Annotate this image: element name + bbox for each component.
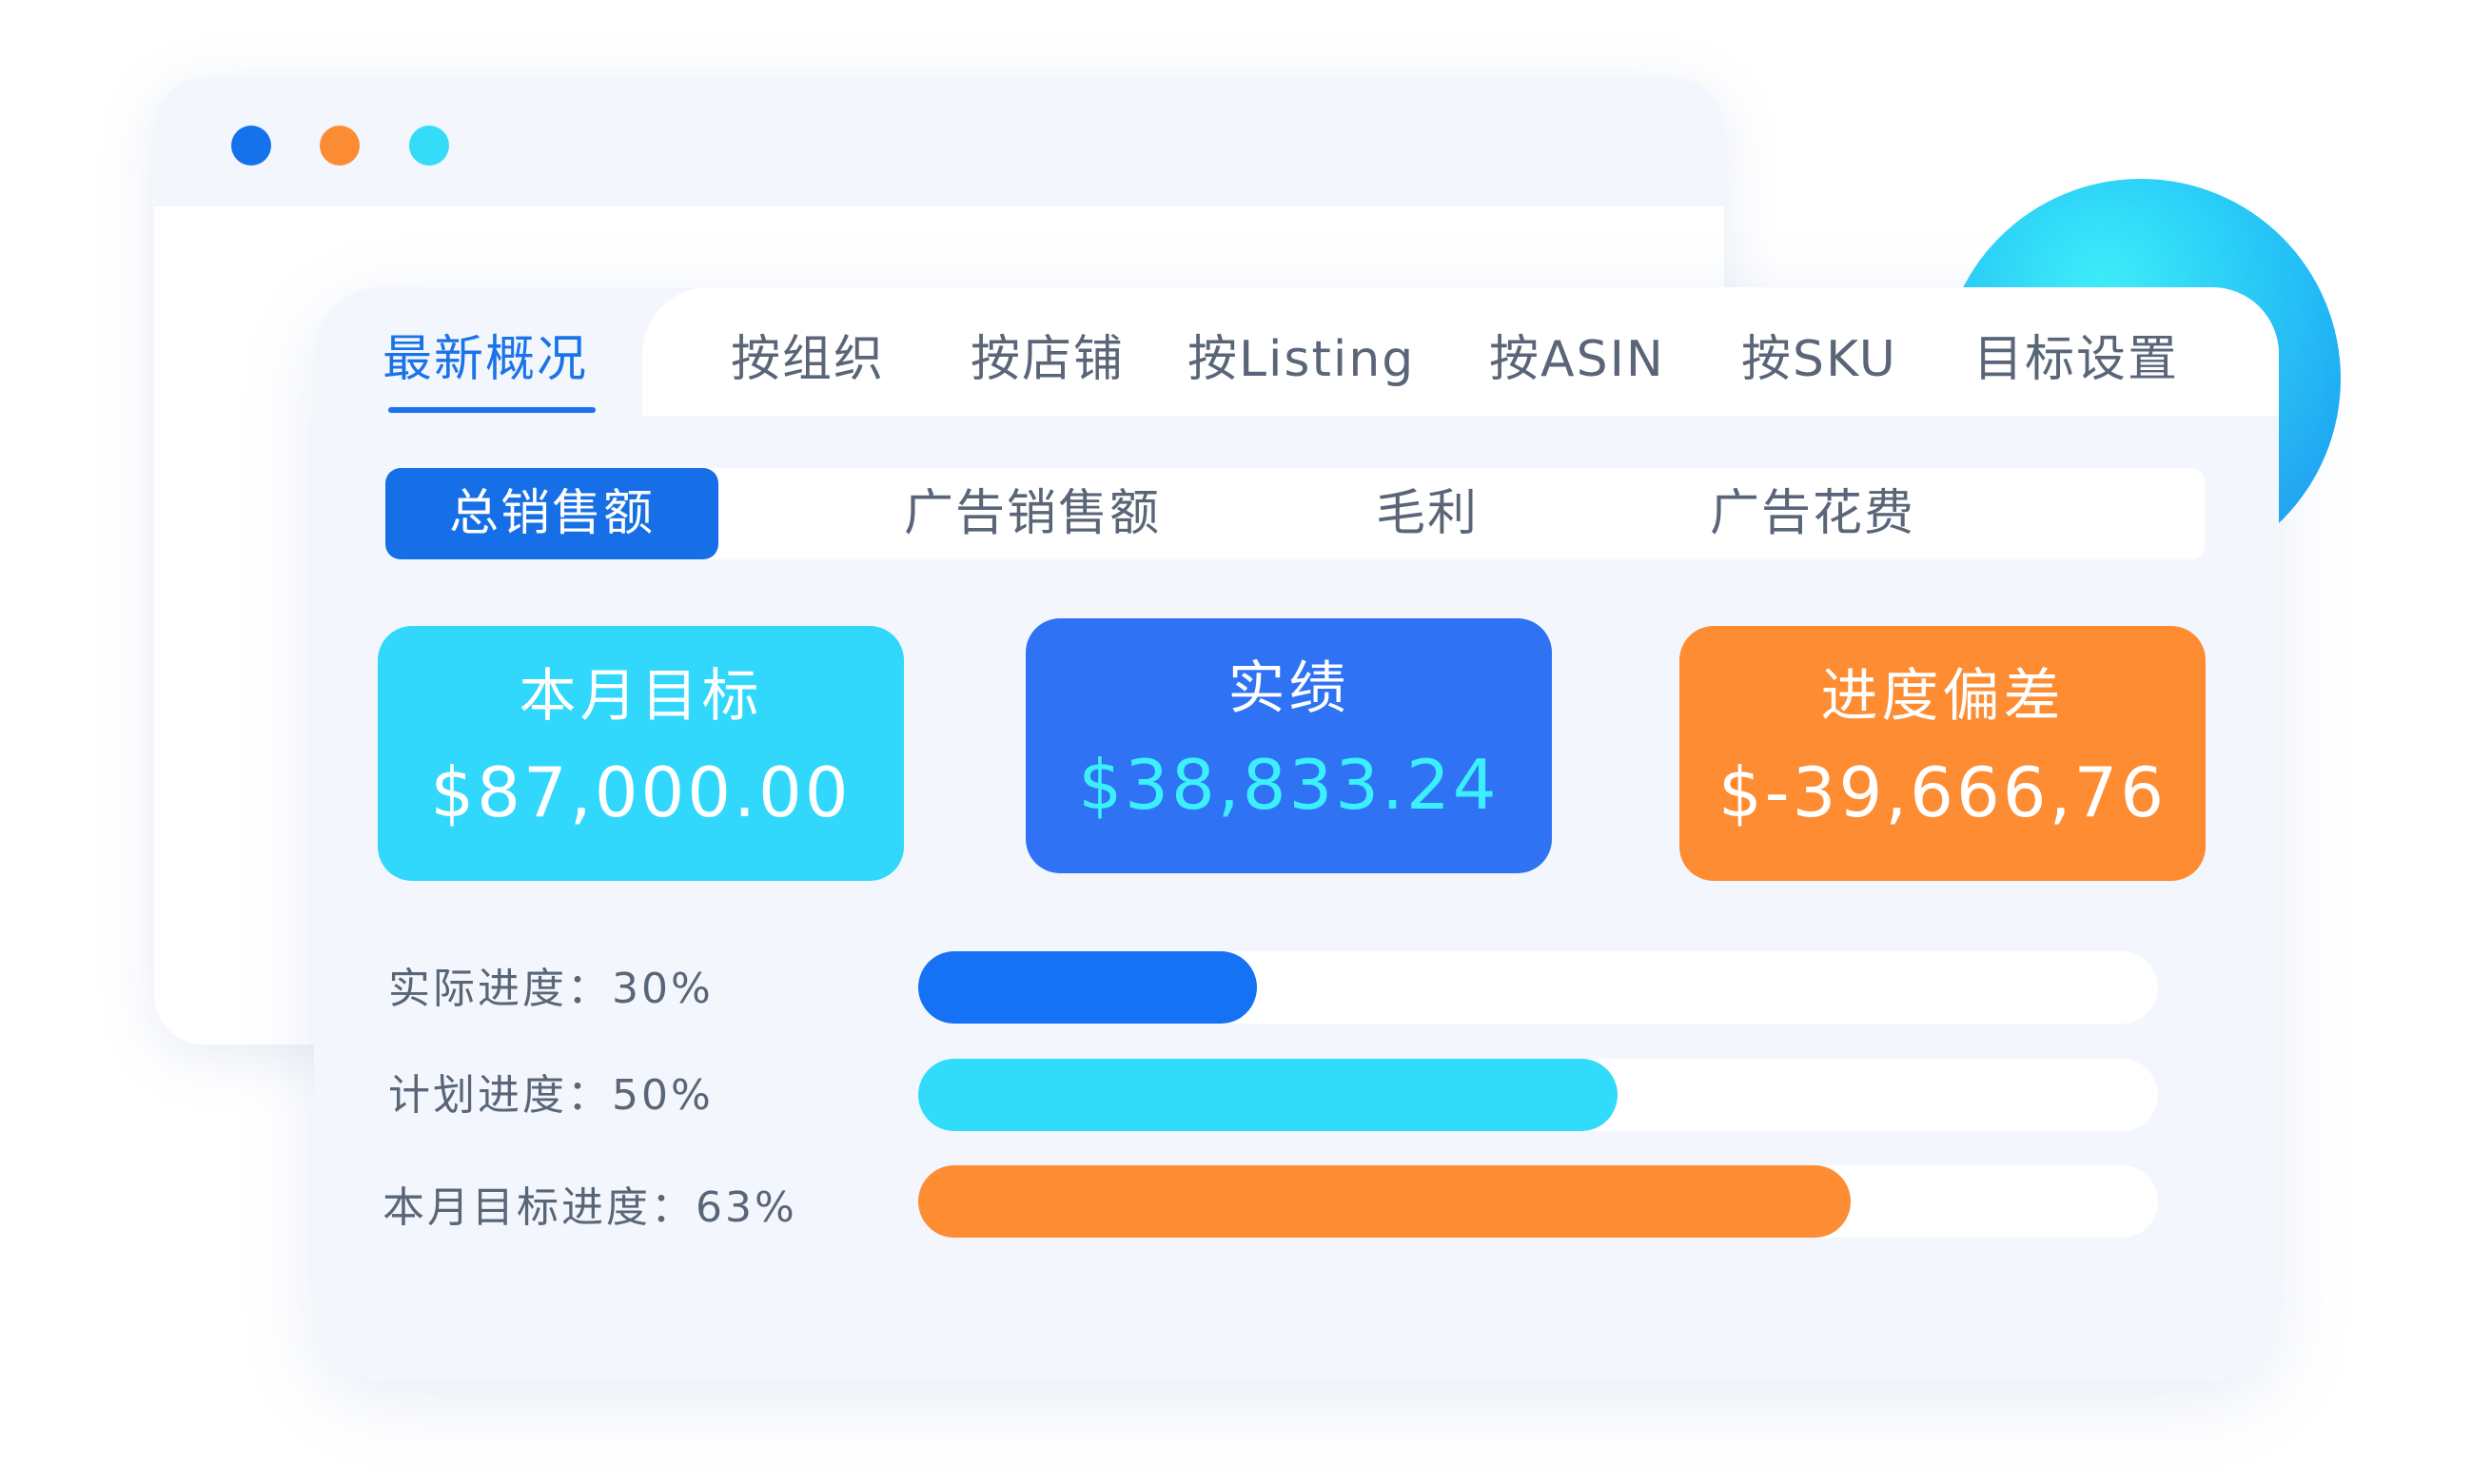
tab-by-listing[interactable]: 按Listing xyxy=(1187,329,1415,390)
card-actual: 实绩 $38,833.24 xyxy=(1026,618,1552,873)
progress-track-monthly-target xyxy=(918,1165,2158,1238)
progress-fill-actual xyxy=(918,951,1257,1024)
metric-selector: 总销售额 广告销售额 毛利 广告花费 xyxy=(385,468,2205,559)
progress-label-plan: 计划进度：50% xyxy=(388,1071,714,1120)
metric-tab-total-sales[interactable]: 总销售额 xyxy=(385,468,718,559)
tab-by-store[interactable]: 按店铺 xyxy=(971,329,1125,390)
tab-bar: 最新概况 按组织 按店铺 按Listing 按ASIN 按SKU 目标设置 xyxy=(314,287,2279,416)
window-dot-blue[interactable] xyxy=(231,126,271,166)
metric-tab-gross-profit[interactable]: 毛利 xyxy=(1351,468,1503,559)
progress-track-actual xyxy=(918,951,2158,1024)
card-value: $87,000.00 xyxy=(430,752,852,832)
window-titlebar xyxy=(154,78,1724,206)
card-label: 实绩 xyxy=(1227,655,1350,722)
tab-overview[interactable]: 最新概况 xyxy=(383,329,588,390)
card-monthly-target: 本月目标 $87,000.00 xyxy=(378,626,904,881)
metric-tab-ad-sales[interactable]: 广告销售额 xyxy=(861,468,1204,559)
tab-by-sku[interactable]: 按SKU xyxy=(1741,329,1897,390)
card-value: $-39,666,76 xyxy=(1717,752,2168,832)
progress-fill-plan xyxy=(918,1059,1618,1131)
tab-by-asin[interactable]: 按ASIN xyxy=(1489,329,1665,390)
progress-label-monthly-target: 本月目标进度：63% xyxy=(383,1183,797,1232)
progress-track-plan xyxy=(918,1059,2158,1131)
card-label: 本月目标 xyxy=(519,663,763,730)
window-dot-cyan[interactable] xyxy=(409,126,449,166)
tab-active-underline xyxy=(388,407,596,413)
card-progress-deviation: 进度偏差 $-39,666,76 xyxy=(1679,626,2206,881)
metric-tab-ad-spend[interactable]: 广告花费 xyxy=(1660,468,1965,559)
tab-by-organization[interactable]: 按组织 xyxy=(731,329,885,390)
progress-fill-monthly-target xyxy=(918,1165,1851,1238)
window-dot-orange[interactable] xyxy=(320,126,360,166)
card-label: 进度偏差 xyxy=(1820,663,2065,730)
stage: 最新概况 按组织 按店铺 按Listing 按ASIN 按SKU 目标设置 总销… xyxy=(0,0,2472,1484)
tab-target-settings[interactable]: 目标设置 xyxy=(1973,329,2179,390)
card-value: $38,833.24 xyxy=(1078,745,1500,825)
progress-label-actual: 实际进度：30% xyxy=(388,965,714,1013)
